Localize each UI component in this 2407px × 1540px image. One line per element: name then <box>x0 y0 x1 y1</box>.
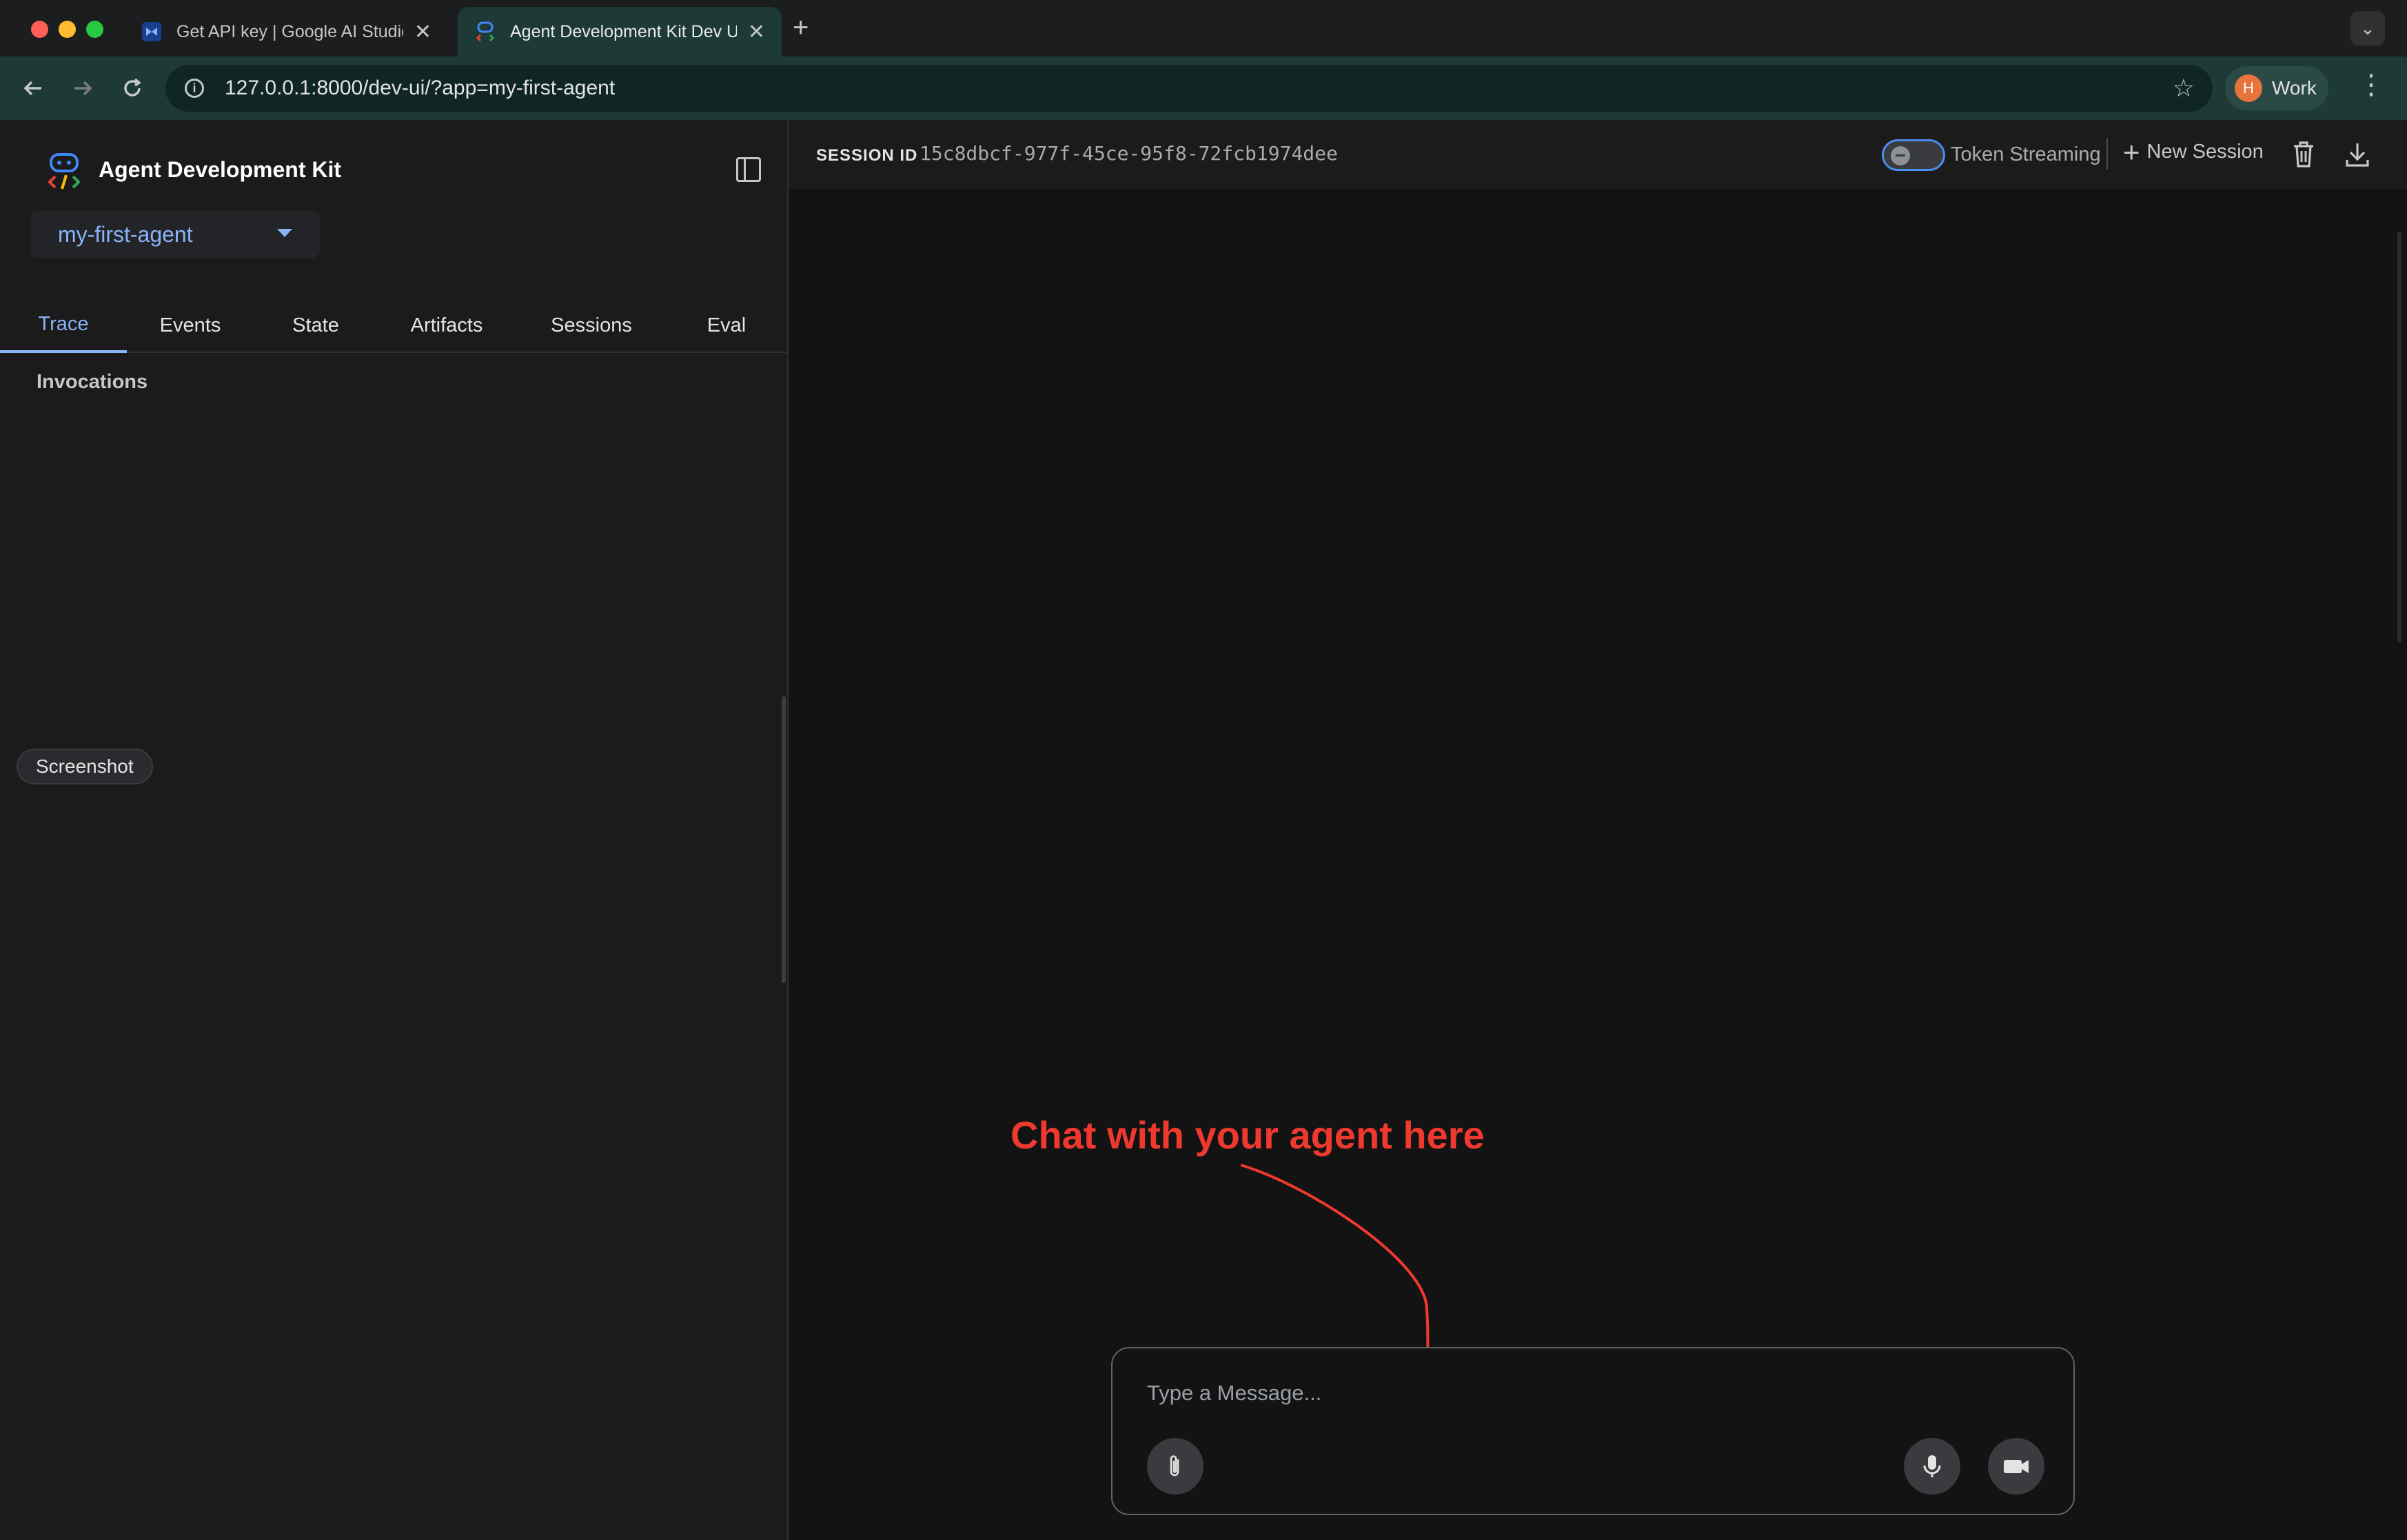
message-composer <box>1111 1347 2075 1515</box>
info-icon[interactable]: i <box>185 79 204 98</box>
mic-icon <box>1923 1455 1941 1477</box>
new-tab-button[interactable]: + <box>793 12 809 43</box>
agent-select-value: my-first-agent <box>58 221 193 247</box>
plus-icon: + <box>2123 135 2140 168</box>
close-tab-icon[interactable]: ✕ <box>748 20 765 44</box>
trash-icon[interactable] <box>2291 141 2316 168</box>
tab-events[interactable]: Events <box>127 298 254 353</box>
browser-tab-adk[interactable]: Agent Development Kit Dev UI ✕ <box>458 7 782 57</box>
tab-trace[interactable]: Trace <box>0 298 127 353</box>
session-id-label: SESSION ID <box>816 146 918 165</box>
tab-eval[interactable]: Eval <box>667 298 786 353</box>
tab-search-button[interactable]: ⌄ <box>2350 11 2385 45</box>
window-zoom-button[interactable] <box>86 21 103 38</box>
profile-label: Work <box>2272 77 2317 99</box>
kebab-icon[interactable]: ⋮ <box>2357 69 2385 101</box>
forward-button[interactable] <box>63 69 102 108</box>
chat-panel <box>789 120 2407 1540</box>
reload-button[interactable] <box>113 69 152 108</box>
invocations-heading: Invocations <box>37 371 148 393</box>
window-minimize-button[interactable] <box>59 21 76 38</box>
forward-icon <box>74 81 92 96</box>
back-icon <box>23 81 41 96</box>
new-session-button[interactable]: + New Session <box>2123 135 2264 168</box>
tab-artifacts[interactable]: Artifacts <box>378 298 516 353</box>
avatar: H <box>2235 74 2262 102</box>
download-icon[interactable] <box>2344 141 2371 168</box>
tab-title: Get API key | Google AI Studio <box>176 21 403 41</box>
profile-button[interactable]: H Work <box>2225 66 2328 110</box>
tab-title: Agent Development Kit Dev UI <box>510 21 737 41</box>
toggle-knob <box>1891 146 1910 165</box>
token-streaming-toggle[interactable] <box>1882 139 1945 171</box>
message-input[interactable] <box>1147 1376 1767 1410</box>
header-divider <box>2106 138 2108 170</box>
star-icon[interactable]: ☆ <box>2173 74 2195 103</box>
tab-state[interactable]: State <box>254 298 378 353</box>
screenshot-chip[interactable]: Screenshot <box>17 749 153 784</box>
adk-favicon-icon <box>476 21 495 42</box>
sidebar-tabs: Trace Events State Artifacts Sessions Ev… <box>0 298 789 353</box>
session-id-value: 15c8dbcf-977f-45ce-95f8-72fcb1974dee <box>920 142 1338 165</box>
new-session-label: New Session <box>2146 141 2264 163</box>
annotation-text: Chat with your agent here <box>1010 1113 1485 1157</box>
url-text[interactable]: 127.0.0.1:8000/dev-ui/?app=my-first-agen… <box>225 77 615 100</box>
adk-logo-icon <box>48 153 81 190</box>
back-button[interactable] <box>14 69 52 108</box>
token-streaming-label: Token Streaming <box>1951 143 2101 165</box>
agent-select[interactable]: my-first-agent <box>30 211 320 258</box>
browser-tab-ai-studio[interactable]: Get API key | Google AI Studio ✕ <box>124 7 448 57</box>
close-tab-icon[interactable]: ✕ <box>414 20 431 44</box>
sidebar-resize-handle[interactable] <box>782 696 786 983</box>
video-button[interactable] <box>1988 1438 2044 1495</box>
attach-button[interactable] <box>1147 1438 1204 1495</box>
ai-studio-favicon-icon <box>142 22 161 41</box>
chevron-down-icon: ⌄ <box>2360 17 2375 39</box>
reload-icon <box>124 78 141 97</box>
video-icon <box>2004 1460 2029 1473</box>
app-title: Agent Development Kit <box>99 157 342 182</box>
window-close-button[interactable] <box>31 21 48 38</box>
attach-icon <box>1170 1455 1179 1477</box>
microphone-button[interactable] <box>1904 1438 1960 1495</box>
address-bar[interactable]: i 127.0.0.1:8000/dev-ui/?app=my-first-ag… <box>165 65 2213 112</box>
tab-sessions[interactable]: Sessions <box>516 298 667 353</box>
collapse-sidebar-icon[interactable] <box>736 157 761 182</box>
chat-scrollbar[interactable] <box>2397 232 2401 642</box>
dropdown-caret-icon <box>277 229 292 237</box>
